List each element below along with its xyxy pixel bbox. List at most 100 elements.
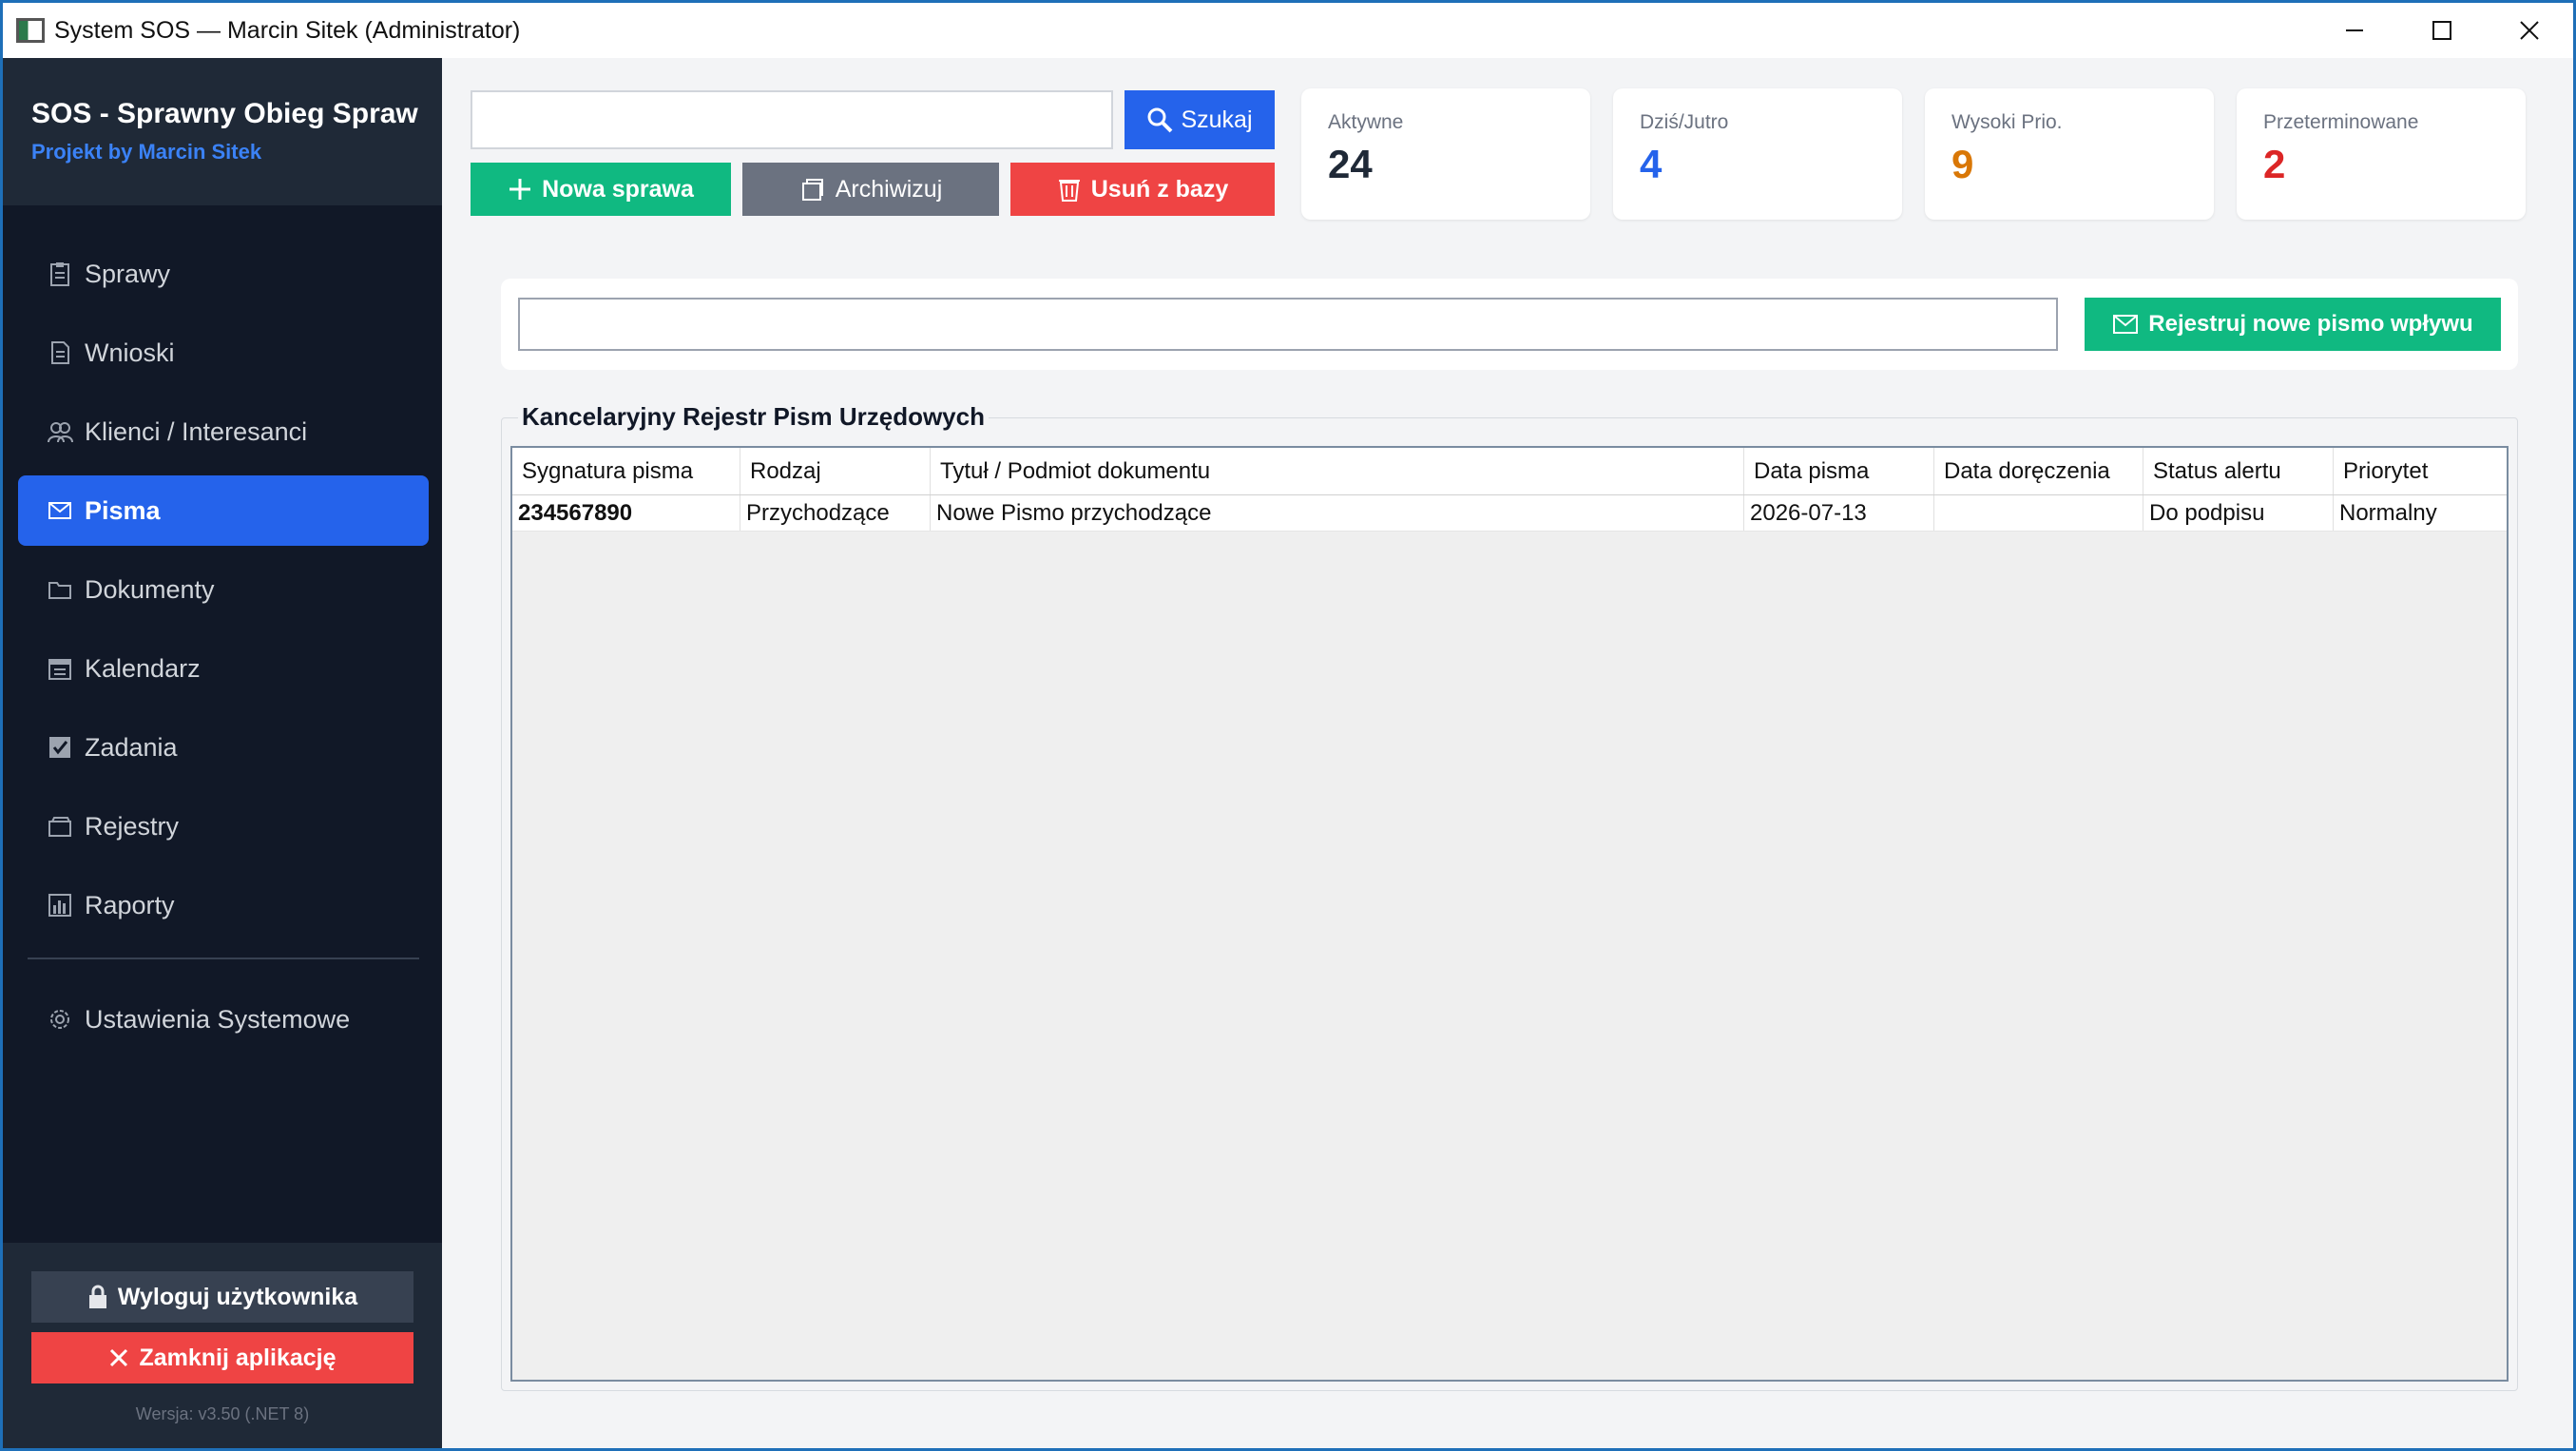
- envelope-icon: [47, 497, 73, 524]
- users-icon: [47, 418, 73, 445]
- stat-label: Wysoki Prio.: [1951, 111, 2063, 133]
- sidebar-item-rejestry[interactable]: Rejestry: [18, 791, 429, 861]
- document-icon: [47, 339, 73, 366]
- stat-card-high-priority: Wysoki Prio. 9: [1925, 88, 2214, 220]
- version-label: Wersja: v3.50 (.NET 8): [135, 1404, 310, 1423]
- table-cell: Przychodzące: [740, 495, 931, 531]
- plus-icon: [509, 179, 531, 200]
- sidebar-item-label: Klienci / Interesanci: [85, 416, 308, 446]
- register-input[interactable]: [518, 298, 2058, 351]
- column-header[interactable]: Tytuł / Podmiot dokumentu: [931, 448, 1744, 494]
- table-cell: Do podpisu: [2143, 495, 2334, 531]
- column-header[interactable]: Status alertu: [2143, 448, 2334, 494]
- close-window-button[interactable]: [2486, 3, 2573, 58]
- clipboard-icon: [47, 261, 73, 287]
- sidebar-divider: [28, 958, 419, 959]
- column-header[interactable]: Sygnatura pisma: [512, 448, 740, 494]
- gear-icon: [47, 1006, 73, 1033]
- close-icon: [110, 1348, 128, 1367]
- sidebar-item-label: Ustawienia Systemowe: [85, 1004, 351, 1034]
- window-controls: [2311, 3, 2573, 58]
- stat-card-active: Aktywne 24: [1301, 88, 1590, 220]
- archive-button[interactable]: Archiwizuj: [742, 163, 999, 216]
- stat-value: 2: [2263, 142, 2286, 186]
- search-icon: [1147, 107, 1173, 133]
- archive-label: Archiwizuj: [835, 175, 943, 203]
- registry-title: Kancelaryjny Rejestr Pism Urzędowych: [518, 402, 989, 432]
- sidebar-item-pisma[interactable]: Pisma: [18, 475, 429, 546]
- sidebar-item-label: Raporty: [85, 890, 175, 919]
- app-icon: [16, 18, 45, 43]
- sidebar-item-raporty[interactable]: Raporty: [18, 870, 429, 940]
- minimize-icon: [2346, 29, 2363, 31]
- sidebar-item-label: Pisma: [85, 495, 161, 525]
- close-icon: [2520, 21, 2539, 40]
- table-header: Sygnatura pisma Rodzaj Tytuł / Podmiot d…: [512, 448, 2507, 495]
- table-row[interactable]: 234567890 Przychodzące Nowe Pismo przych…: [512, 495, 2507, 532]
- maximize-button[interactable]: [2398, 3, 2486, 58]
- calendar-icon: [47, 655, 73, 682]
- archive-icon: [801, 179, 823, 201]
- trash-icon: [1058, 180, 1080, 202]
- lock-icon: [88, 1285, 106, 1308]
- registry-table[interactable]: Sygnatura pisma Rodzaj Tytuł / Podmiot d…: [510, 446, 2509, 1382]
- logout-button[interactable]: Wyloguj użytkownika: [31, 1271, 413, 1323]
- envelope-icon: [2113, 315, 2139, 334]
- delete-button[interactable]: Usuń z bazy: [1010, 163, 1275, 216]
- maximize-icon: [2432, 21, 2451, 40]
- stat-value: 24: [1328, 142, 1373, 186]
- sidebar-item-label: Kalendarz: [85, 653, 201, 683]
- card-box-icon: [47, 813, 73, 840]
- new-case-button[interactable]: Nowa sprawa: [471, 163, 731, 216]
- stat-value: 9: [1951, 142, 1974, 186]
- search-button[interactable]: Szukaj: [1125, 90, 1275, 149]
- stat-card-today: Dziś/Jutro 4: [1613, 88, 1902, 220]
- sidebar-nav: Sprawy Wnioski Klienci / Interesanci Pis…: [18, 239, 429, 949]
- sidebar-item-klienci[interactable]: Klienci / Interesanci: [18, 397, 429, 467]
- table-cell: Nowe Pismo przychodzące: [931, 495, 1744, 531]
- brand-title: SOS - Sprawny Obieg Spraw: [31, 98, 418, 129]
- column-header[interactable]: Rodzaj: [740, 448, 931, 494]
- search-button-label: Szukaj: [1181, 106, 1253, 133]
- delete-label: Usuń z bazy: [1090, 175, 1229, 203]
- app-window: System SOS — Marcin Sitek (Administrator…: [0, 0, 2576, 1451]
- stat-card-overdue: Przeterminowane 2: [2237, 88, 2526, 220]
- window-title: System SOS — Marcin Sitek (Administrator…: [54, 16, 521, 44]
- sidebar-item-settings[interactable]: Ustawienia Systemowe: [18, 984, 429, 1054]
- brand-header: SOS - Sprawny Obieg Spraw Projekt by Mar…: [3, 58, 442, 205]
- table-cell: 234567890: [512, 495, 740, 531]
- bar-chart-icon: [47, 892, 73, 919]
- sidebar-item-wnioski[interactable]: Wnioski: [18, 318, 429, 388]
- sidebar-item-label: Dokumenty: [85, 574, 215, 604]
- sidebar-item-dokumenty[interactable]: Dokumenty: [18, 554, 429, 625]
- stat-value: 4: [1640, 142, 1663, 186]
- sidebar-footer: Wyloguj użytkownika Zamknij aplikację We…: [3, 1243, 442, 1448]
- sidebar: SOS - Sprawny Obieg Spraw Projekt by Mar…: [3, 58, 442, 1448]
- minimize-button[interactable]: [2311, 3, 2398, 58]
- stat-label: Aktywne: [1328, 111, 1404, 133]
- table-cell: [1934, 495, 2143, 531]
- column-header[interactable]: Data doręczenia: [1934, 448, 2143, 494]
- search-input[interactable]: [471, 90, 1113, 149]
- sidebar-item-zadania[interactable]: Zadania: [18, 712, 429, 783]
- checkbox-icon: [47, 734, 73, 761]
- title-bar: System SOS — Marcin Sitek (Administrator…: [3, 3, 2573, 58]
- settings-wrapper: Ustawienia Systemowe: [18, 984, 429, 1063]
- column-header[interactable]: Priorytet: [2334, 448, 2507, 494]
- logout-label: Wyloguj użytkownika: [117, 1283, 358, 1310]
- register-letter-button[interactable]: Rejestruj nowe pismo wpływu: [2085, 298, 2501, 351]
- close-app-label: Zamknij aplikację: [139, 1344, 336, 1371]
- sidebar-item-label: Sprawy: [85, 259, 171, 288]
- sidebar-item-kalendarz[interactable]: Kalendarz: [18, 633, 429, 704]
- register-button-label: Rejestruj nowe pismo wpływu: [2148, 311, 2473, 337]
- sidebar-item-label: Wnioski: [85, 338, 175, 367]
- column-header[interactable]: Data pisma: [1744, 448, 1934, 494]
- sidebar-item-label: Zadania: [85, 732, 178, 762]
- folder-icon: [47, 576, 73, 603]
- brand-subtitle: Projekt by Marcin Sitek: [31, 140, 262, 164]
- sidebar-item-label: Rejestry: [85, 811, 180, 841]
- close-app-button[interactable]: Zamknij aplikację: [31, 1332, 413, 1383]
- register-panel: Rejestruj nowe pismo wpływu: [501, 279, 2518, 370]
- stat-label: Przeterminowane: [2263, 111, 2419, 133]
- sidebar-item-sprawy[interactable]: Sprawy: [18, 239, 429, 309]
